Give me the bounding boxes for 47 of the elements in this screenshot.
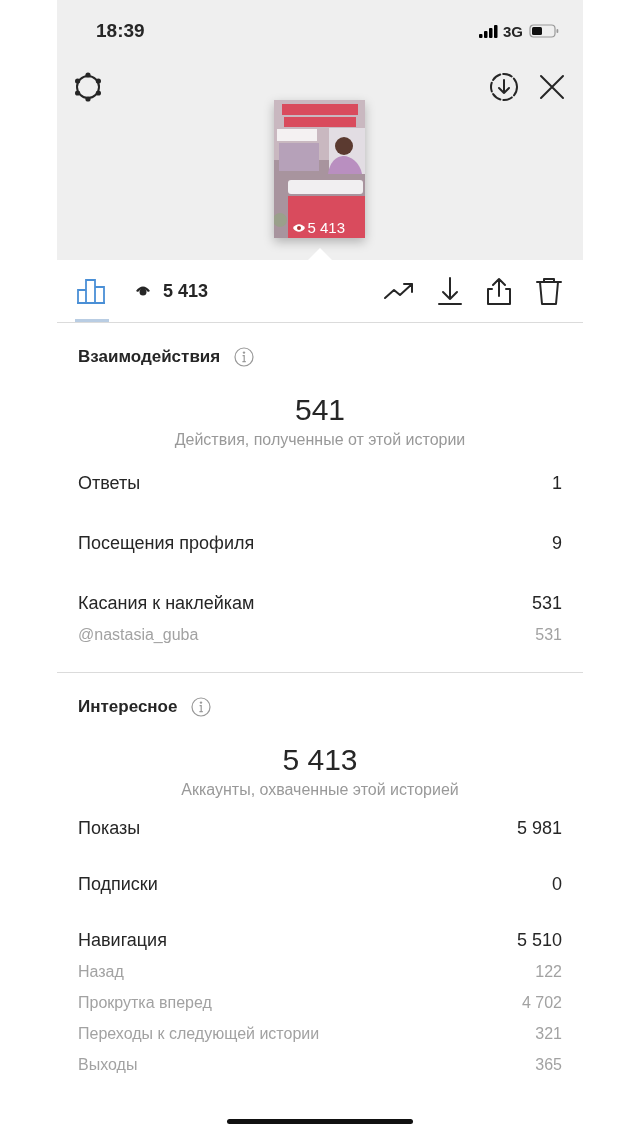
settings-icon[interactable] xyxy=(73,72,103,102)
clock-time: 18:39 xyxy=(96,20,145,42)
metric-label: Касания к наклейкам xyxy=(78,592,255,614)
info-icon[interactable] xyxy=(234,347,255,367)
total-caption: Действия, полученные от этой истории xyxy=(173,430,467,450)
chart-icon xyxy=(77,278,107,304)
trash-icon[interactable] xyxy=(535,276,563,306)
metric-label: @nastasia_guba xyxy=(78,625,199,644)
metric-label: Назад xyxy=(78,962,124,981)
metric-label: Навигация xyxy=(78,929,167,951)
metric-label: Прокрутка вперед xyxy=(78,993,212,1012)
share-icon[interactable] xyxy=(485,276,513,306)
total-caption: Аккаунты, охваченные этой историей xyxy=(180,780,460,800)
download-icon[interactable] xyxy=(489,72,519,102)
metric-value: 1 xyxy=(552,472,562,494)
metric-value: 531 xyxy=(535,625,562,644)
view-count: 5 413 xyxy=(307,219,346,236)
metric-value: 0 xyxy=(552,873,562,895)
metric-value: 4 702 xyxy=(521,993,562,1012)
selection-pointer xyxy=(308,248,332,260)
metric-label: Выходы xyxy=(78,1055,138,1074)
metric-value: 365 xyxy=(535,1055,562,1074)
battery-icon xyxy=(529,24,559,38)
metric-value: 122 xyxy=(535,962,562,981)
metric-value: 531 xyxy=(531,592,562,614)
metric-label: Посещения профиля xyxy=(78,532,255,554)
metric-value: 5 981 xyxy=(516,817,562,839)
metric-value: 321 xyxy=(535,1024,562,1043)
section-title: Взаимодействия xyxy=(78,347,221,367)
section-title: Интересное xyxy=(78,697,178,717)
metric-label: Ответы xyxy=(78,472,141,494)
signal-icon xyxy=(479,24,499,38)
total-count: 5 413 xyxy=(281,742,359,778)
eye-icon xyxy=(135,285,151,297)
network-label: 3G xyxy=(503,22,523,40)
eye-icon xyxy=(291,222,306,233)
info-icon[interactable] xyxy=(191,697,212,717)
close-icon[interactable] xyxy=(539,74,565,100)
viewers-tab[interactable]: 5 413 xyxy=(133,260,211,322)
trend-icon[interactable] xyxy=(383,280,415,302)
download-icon[interactable] xyxy=(437,276,463,306)
metric-value: 9 xyxy=(552,532,562,554)
metric-label: Показы xyxy=(78,817,141,839)
total-count: 541 xyxy=(293,392,347,428)
metric-value: 5 510 xyxy=(516,929,562,951)
metric-label: Подписки xyxy=(78,873,158,895)
metric-label: Переходы к следующей истории xyxy=(78,1024,320,1043)
